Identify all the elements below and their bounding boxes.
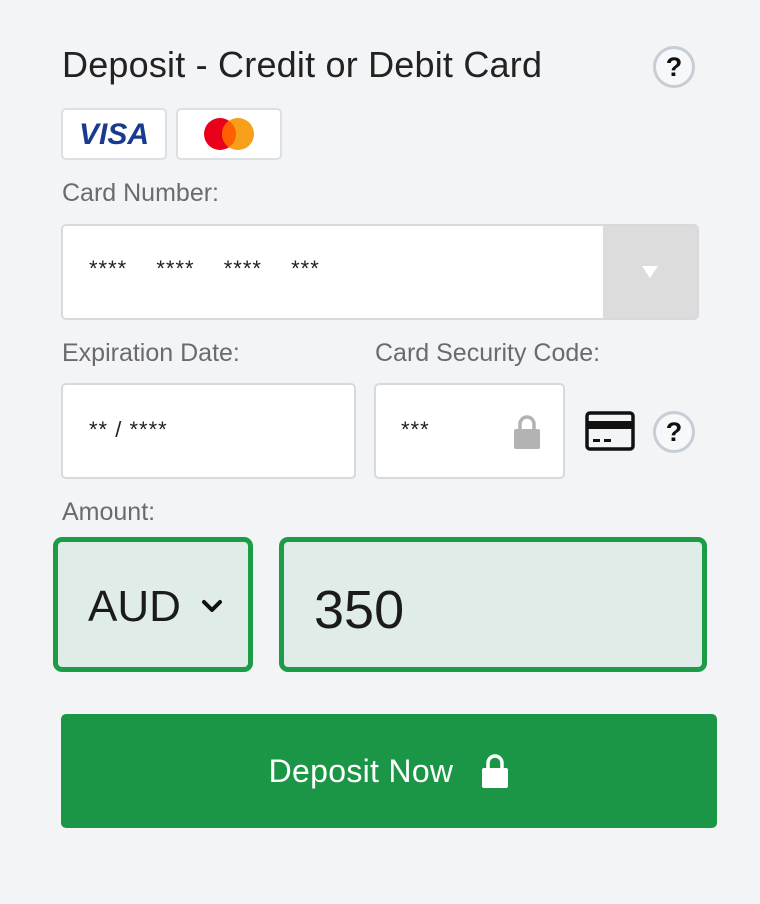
security-code-field[interactable]: ***: [374, 383, 565, 479]
expiration-date-value: ** / ****: [89, 417, 168, 442]
amount-input[interactable]: 350: [279, 537, 707, 672]
visa-logo-icon: VISA: [79, 119, 149, 149]
deposit-now-button[interactable]: Deposit Now: [61, 714, 717, 828]
card-number-label: Card Number:: [62, 179, 219, 207]
security-code-help-button[interactable]: ?: [653, 411, 695, 453]
currency-value: AUD: [88, 582, 181, 631]
svg-text:VISA: VISA: [79, 119, 149, 149]
credit-card-icon: [585, 411, 635, 456]
security-code-value: ***: [401, 417, 430, 442]
visa-logo: VISA: [61, 108, 167, 160]
mastercard-logo-icon: [204, 118, 254, 150]
card-select-dropdown[interactable]: [603, 226, 697, 318]
security-code-label: Card Security Code:: [375, 339, 601, 367]
expiration-date-label: Expiration Date:: [62, 339, 240, 367]
chevron-down-icon: [201, 599, 223, 618]
triangle-down-icon: [642, 266, 658, 278]
lock-icon: [481, 753, 509, 789]
amount-label: Amount:: [62, 498, 156, 526]
page-title: Deposit - Credit or Debit Card: [62, 44, 543, 85]
currency-select[interactable]: AUD: [53, 537, 253, 672]
mastercard-logo: [176, 108, 282, 160]
expiration-date-field[interactable]: ** / ****: [61, 383, 356, 479]
help-button[interactable]: ?: [653, 46, 695, 88]
lock-icon: [513, 414, 541, 455]
deposit-now-label: Deposit Now: [268, 752, 454, 789]
card-number-value: **** **** **** ***: [89, 256, 320, 281]
card-number-field[interactable]: **** **** **** ***: [61, 224, 699, 320]
amount-value: 350: [314, 580, 405, 640]
